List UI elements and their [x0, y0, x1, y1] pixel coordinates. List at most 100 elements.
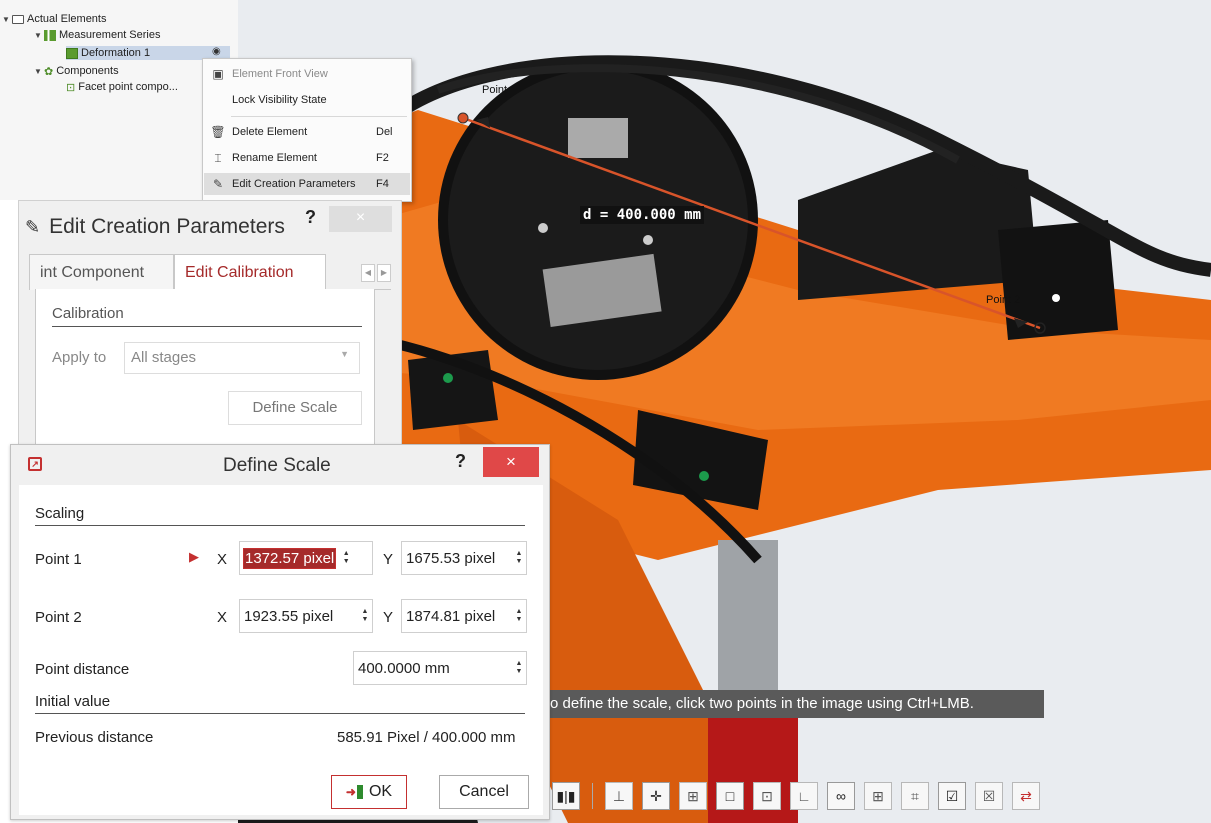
previous-distance-label: Previous distance: [35, 729, 154, 746]
point-distance-label: Point distance: [35, 661, 130, 678]
bracket-icon[interactable]: ⌗: [901, 782, 929, 810]
panel-title: ✎ Edit Creation Parameters: [25, 215, 285, 239]
point-1-label: Point 1: [35, 551, 82, 568]
point-2-y-field[interactable]: 1874.81 pixel ▲ ▼: [401, 599, 527, 633]
menu-item-label: Edit Creation Parameters: [232, 178, 356, 190]
split-view-icon[interactable]: ▮|▮: [552, 782, 580, 810]
point-2-label: Point 2: [986, 294, 1021, 306]
point-2-label: Point 2: [35, 609, 82, 626]
tree-item-label: Measurement Series: [59, 29, 161, 41]
point-1-label: Point: [482, 84, 508, 96]
align-bottom-icon[interactable]: ⊥: [605, 782, 633, 810]
link-icon[interactable]: ∞: [827, 782, 855, 810]
spinner-icon[interactable]: ▲ ▼: [512, 608, 526, 624]
scaling-header: Scaling: [35, 505, 525, 526]
series-icon: [44, 29, 56, 41]
calibration-section: Calibration Apply to All stages ▼ Define…: [35, 289, 375, 459]
point-2-x-field[interactable]: 1923.55 pixel ▲ ▼: [239, 599, 373, 633]
ok-button[interactable]: ➜ OK: [331, 775, 407, 809]
point-1-y-field[interactable]: 1675.53 pixel ▲ ▼: [401, 541, 527, 575]
delete-box-icon[interactable]: ☒: [975, 782, 1003, 810]
menu-item-delete-element[interactable]: 🗑 Delete Element Del: [204, 121, 410, 143]
distance-icon[interactable]: ⊞: [679, 782, 707, 810]
apply-to-select[interactable]: All stages ▼: [124, 342, 360, 374]
tree-item-label: Facet point compo...: [78, 81, 178, 93]
menu-item-lock-visibility[interactable]: Lock Visibility State: [204, 89, 410, 111]
deformation-icon: [66, 47, 78, 59]
spinner-icon[interactable]: ▲ ▼: [512, 550, 526, 566]
close-button[interactable]: ×: [483, 447, 539, 477]
define-scale-dialog: ↗ Define Scale ? × Scaling Point 1 ▶ X 1…: [10, 444, 550, 820]
calibration-header: Calibration: [52, 305, 362, 327]
y-label: Y: [383, 609, 394, 626]
chevron-down-icon: ▼: [340, 349, 349, 359]
menu-separator: [231, 116, 407, 117]
scale-hint-tooltip: o define the scale, click two points in …: [548, 690, 1044, 718]
menu-item-shortcut: F4: [376, 178, 389, 190]
edit-icon: ✎: [25, 216, 41, 237]
rename-icon: ⌶: [214, 150, 222, 165]
tab-edit-calibration[interactable]: Edit Calibration: [174, 254, 326, 290]
grid-icon[interactable]: ⊞: [864, 782, 892, 810]
menu-item-label: Rename Element: [232, 152, 317, 164]
apply-icon: ➜: [346, 785, 363, 800]
tree-item-actual-elements[interactable]: ▼ Actual Elements: [2, 12, 106, 26]
front-view-icon: ▣: [212, 67, 224, 81]
spinner-icon[interactable]: ▲ ▼: [512, 660, 526, 676]
tab-point-component[interactable]: int Component: [29, 254, 174, 290]
help-button[interactable]: ?: [305, 207, 316, 228]
dialog-icon: ↗: [28, 457, 42, 471]
current-point-arrow-icon: ▶: [189, 549, 199, 564]
tree-item-measurement-series[interactable]: ▼ Measurement Series: [34, 28, 161, 42]
define-scale-button[interactable]: Define Scale: [228, 391, 362, 425]
close-button[interactable]: ×: [329, 206, 392, 232]
apply-to-value: All stages: [131, 349, 197, 366]
help-button[interactable]: ?: [455, 451, 466, 472]
tree-item-label: Components: [56, 65, 119, 77]
edit-creation-parameters-panel: ✎ Edit Creation Parameters ? × int Compo…: [18, 200, 402, 460]
x-label: X: [217, 609, 228, 626]
field-value: 400.0000 mm: [358, 659, 450, 677]
angle-icon[interactable]: ∟: [790, 782, 818, 810]
menu-item-shortcut: Del: [376, 126, 393, 138]
tab-prev-icon[interactable]: ◀: [361, 264, 375, 282]
frame-icon[interactable]: ⊡: [753, 782, 781, 810]
menu-item-rename-element[interactable]: ⌶ Rename Element F2: [204, 147, 410, 169]
field-value: 1372.57 pixel: [242, 547, 337, 569]
rectangle-icon[interactable]: □: [716, 782, 744, 810]
field-value: 1675.53 pixel: [406, 549, 496, 567]
expand-arrow-icon[interactable]: ▼: [34, 67, 44, 76]
menu-item-label: Delete Element: [232, 126, 308, 138]
field-value: 1874.81 pixel: [406, 607, 496, 625]
check-box-icon[interactable]: ☑: [938, 782, 966, 810]
tree-item-components[interactable]: ▼ ✿ Components: [34, 64, 119, 78]
tab-bar: int Component Edit Calibration ◀ ▶: [29, 254, 391, 290]
toolbar-separator: [592, 783, 593, 809]
ok-label: OK: [368, 783, 393, 800]
expand-arrow-icon[interactable]: ▼: [2, 15, 12, 24]
menu-item-element-front-view[interactable]: ▣ Element Front View: [204, 63, 410, 85]
cancel-button[interactable]: Cancel: [439, 775, 529, 809]
insert-point-icon[interactable]: ✛: [642, 782, 670, 810]
menu-item-edit-creation-parameters[interactable]: ✎ Edit Creation Parameters F4: [204, 173, 410, 195]
tree-item-facet-point-component[interactable]: ⊡ Facet point compo...: [66, 80, 178, 94]
expand-arrow-icon[interactable]: ▼: [34, 31, 44, 40]
tab-next-icon[interactable]: ▶: [377, 264, 391, 282]
components-icon: ✿: [44, 65, 54, 78]
menu-item-label: Element Front View: [232, 68, 328, 80]
point-1-x-field[interactable]: 1372.57 pixel ▲ ▼: [239, 541, 373, 575]
dialog-body: Scaling Point 1 ▶ X 1372.57 pixel ▲ ▼ Y 1…: [19, 485, 543, 815]
initial-value-header: Initial value: [35, 693, 525, 714]
spinner-icon[interactable]: ▲ ▼: [339, 550, 353, 566]
viewport-toolbar: ▮|▮ ⊥ ✛ ⊞ □ ⊡ ∟ ∞ ⊞ ⌗ ☑ ☒ ⇄: [552, 776, 1211, 816]
menu-item-shortcut: F2: [376, 152, 389, 164]
eye-icon[interactable]: ◉: [212, 46, 221, 57]
point-distance-field[interactable]: 400.0000 mm ▲ ▼: [353, 651, 527, 685]
tree-item-label: Deformation 1: [81, 47, 151, 59]
panel-title-text: Edit Creation Parameters: [49, 215, 285, 238]
previous-distance-value: 585.91 Pixel / 400.000 mm: [337, 729, 516, 746]
spinner-icon[interactable]: ▲ ▼: [358, 608, 372, 624]
folder-icon: [12, 14, 24, 24]
swap-icon[interactable]: ⇄: [1012, 782, 1040, 810]
tree-item-label: Actual Elements: [27, 13, 107, 25]
